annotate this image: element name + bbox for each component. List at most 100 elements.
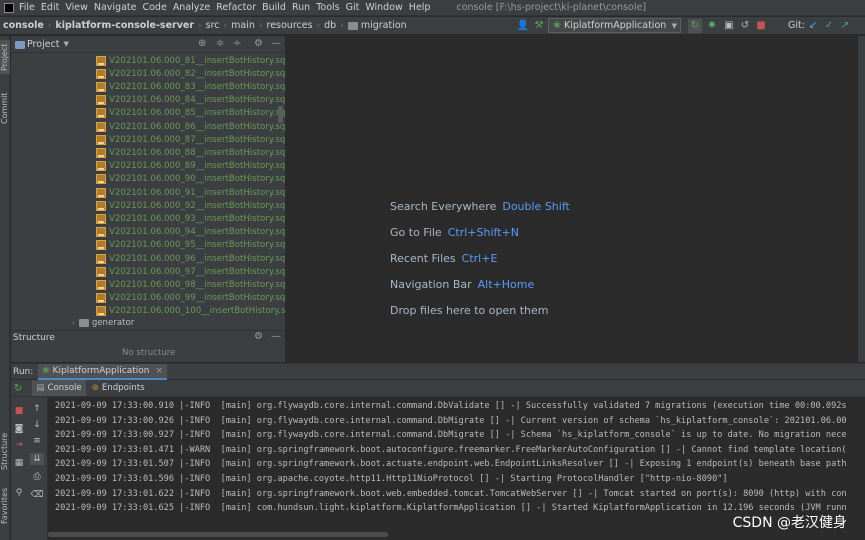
hint-key[interactable]: Double Shift (502, 200, 569, 213)
tree-item-sql-file[interactable]: V202101.06.000_84__insertBotHistory.sql (96, 94, 285, 107)
chevron-right-icon[interactable]: › (72, 319, 75, 327)
run-subtabs: ↻ ▤ Console ⊛ Endpoints (11, 380, 865, 397)
chevron-down-icon[interactable]: ▼ (64, 40, 69, 48)
exit-icon[interactable]: ⇥ (12, 439, 26, 451)
tool-tab-commit[interactable]: Commit (0, 88, 10, 128)
tab-console[interactable]: ▤ Console (32, 380, 86, 396)
scroll-to-end-icon[interactable]: ⇊ (30, 453, 44, 465)
tree-item-generator[interactable]: › generator (72, 318, 134, 328)
debug-icon[interactable]: ✹ (705, 19, 719, 33)
project-scrollbar[interactable] (278, 106, 283, 123)
watermark: CSDN @老汉健身 (732, 515, 847, 531)
tool-tab-project[interactable]: Project (0, 40, 10, 74)
menu-edit[interactable]: Edit (41, 2, 59, 13)
tree-item-sql-file[interactable]: V202101.06.000_86__insertBotHistory.sql (96, 120, 285, 133)
menu-code[interactable]: Code (142, 2, 166, 13)
rerun-icon[interactable]: ↻ (14, 383, 22, 394)
git-push-icon[interactable]: ↗ (838, 19, 852, 33)
camera-icon[interactable]: ◙ (12, 423, 26, 435)
tree-item-sql-file[interactable]: V202101.06.000_94__insertBotHistory.sql (96, 226, 285, 239)
stop-icon[interactable]: ■ (754, 19, 768, 33)
collapse-all-icon[interactable]: ÷ (233, 38, 241, 49)
breadcrumb-db[interactable]: db (324, 20, 336, 31)
locate-icon[interactable]: ⊕ (198, 38, 206, 49)
arrow-up-icon[interactable]: ↑ (30, 403, 44, 415)
tool-tab-favorites[interactable]: Favorites (0, 484, 10, 528)
tree-item-sql-file[interactable]: V202101.06.000_85__insertBotHistory.sql (96, 107, 285, 120)
tree-item-sql-file[interactable]: V202101.06.000_97__insertBotHistory.sql (96, 265, 285, 278)
tree-item-sql-file[interactable]: V202101.06.000_91__insertBotHistory.sql (96, 186, 285, 199)
tree-item-label: V202101.06.000_89__insertBotHistory.sql (109, 161, 285, 172)
tree-item-sql-file[interactable]: V202101.06.000_90__insertBotHistory.sql (96, 173, 285, 186)
hint-key[interactable]: Ctrl+E (462, 252, 498, 265)
tree-item-sql-file[interactable]: V202101.06.000_98__insertBotHistory.sql (96, 278, 285, 291)
breadcrumb-server[interactable]: kiplatform-console-server (55, 20, 194, 31)
tree-item-sql-file[interactable]: V202101.06.000_96__insertBotHistory.sql (96, 252, 285, 265)
editor-area[interactable] (286, 36, 858, 362)
rerun-icon[interactable]: ↻ (688, 19, 702, 33)
tree-item-sql-file[interactable]: V202101.06.000_95__insertBotHistory.sql (96, 239, 285, 252)
hide-icon[interactable]: — (271, 331, 281, 342)
tree-item-label: V202101.06.000_99__insertBotHistory.sql (109, 293, 285, 304)
menu-tools[interactable]: Tools (316, 2, 339, 13)
tool-tab-structure[interactable]: Structure (0, 426, 10, 476)
run-configuration-select[interactable]: ❀ KiplatformApplication ▼ (548, 18, 681, 33)
layout-icon[interactable]: ▦ (12, 457, 26, 469)
gear-icon[interactable]: ⚙ (254, 331, 263, 342)
user-icon[interactable]: 👤 (516, 19, 530, 33)
menu-build[interactable]: Build (262, 2, 286, 13)
git-commit-icon[interactable]: ✓ (822, 19, 836, 33)
tree-item-sql-file[interactable]: V202101.06.000_100__insertBotHistory.sql (96, 305, 285, 318)
menu-window[interactable]: Window (365, 2, 402, 13)
tree-item-sql-file[interactable]: V202101.06.000_92__insertBotHistory.sql (96, 199, 285, 212)
tree-item-sql-file[interactable]: V202101.06.000_93__insertBotHistory.sql (96, 212, 285, 225)
console-line: 2021-09-09 17:33:01.507 |-INFO [main] or… (55, 459, 847, 470)
menu-analyze[interactable]: Analyze (173, 2, 210, 13)
print-icon[interactable]: ⎙ (30, 471, 44, 483)
breadcrumb-resources[interactable]: resources (267, 20, 313, 31)
arrow-down-icon[interactable]: ↓ (30, 419, 44, 431)
pin-icon[interactable]: ⚲ (12, 487, 26, 499)
tree-item-sql-file[interactable]: V202101.06.000_81__insertBotHistory.sql (96, 54, 285, 67)
menu-run[interactable]: Run (292, 2, 310, 13)
stop-icon[interactable]: ■ (12, 405, 26, 417)
hint-key[interactable]: Alt+Home (478, 278, 535, 291)
tree-item-label: V202101.06.000_95__insertBotHistory.sql (109, 240, 285, 251)
build-hammer-icon[interactable]: ⚒ (532, 19, 546, 33)
git-update-icon[interactable]: ↙ (806, 19, 820, 33)
breadcrumb-src[interactable]: src (206, 20, 220, 31)
menu-refactor[interactable]: Refactor (216, 2, 256, 13)
tree-item-sql-file[interactable]: V202101.06.000_88__insertBotHistory.sql (96, 146, 285, 159)
gear-icon[interactable]: ⚙ (254, 38, 263, 49)
hide-icon[interactable]: — (271, 38, 281, 49)
project-panel-title[interactable]: Project (27, 39, 60, 50)
clear-icon[interactable]: ⌫ (30, 489, 44, 501)
close-icon[interactable]: × (155, 366, 163, 376)
breadcrumb-console[interactable]: console (3, 20, 44, 31)
tree-item-sql-file[interactable]: V202101.06.000_83__insertBotHistory.sql (96, 80, 285, 93)
tree-item-sql-file[interactable]: V202101.06.000_87__insertBotHistory.sql (96, 133, 285, 146)
tree-item-sql-file[interactable]: V202101.06.000_82__insertBotHistory.sql (96, 67, 285, 80)
soft-wrap-icon[interactable]: ≡ (30, 435, 44, 447)
tree-item-sql-file[interactable]: V202101.06.000_99__insertBotHistory.sql (96, 292, 285, 305)
breadcrumb-main[interactable]: main (231, 20, 255, 31)
menu-file[interactable]: File (19, 2, 35, 13)
coverage-icon[interactable]: ▣ (722, 19, 736, 33)
menu-navigate[interactable]: Navigate (94, 2, 137, 13)
breadcrumb: console › kiplatform-console-server › src ›… (3, 20, 407, 31)
tree-item-sql-file[interactable]: V202101.06.000_89__insertBotHistory.sql (96, 160, 285, 173)
sql-file-icon (96, 213, 106, 224)
menu-git[interactable]: Git (346, 2, 360, 13)
hint-key[interactable]: Ctrl+Shift+N (448, 226, 519, 239)
menu-help[interactable]: Help (409, 2, 431, 13)
menu-view[interactable]: View (65, 2, 88, 13)
profile-icon[interactable]: ↺ (738, 19, 752, 33)
tree-item-label: V202101.06.000_88__insertBotHistory.sql (109, 147, 285, 158)
breadcrumb-migration[interactable]: migration (361, 20, 407, 31)
tab-endpoints[interactable]: ⊛ Endpoints (88, 380, 149, 396)
console-scrollbar[interactable] (48, 532, 388, 537)
sql-file-icon (96, 81, 106, 92)
run-tab[interactable]: ❀ KiplatformApplication × (38, 364, 168, 380)
run-label: Run: (13, 366, 34, 377)
expand-all-icon[interactable]: ≑ (216, 38, 224, 49)
